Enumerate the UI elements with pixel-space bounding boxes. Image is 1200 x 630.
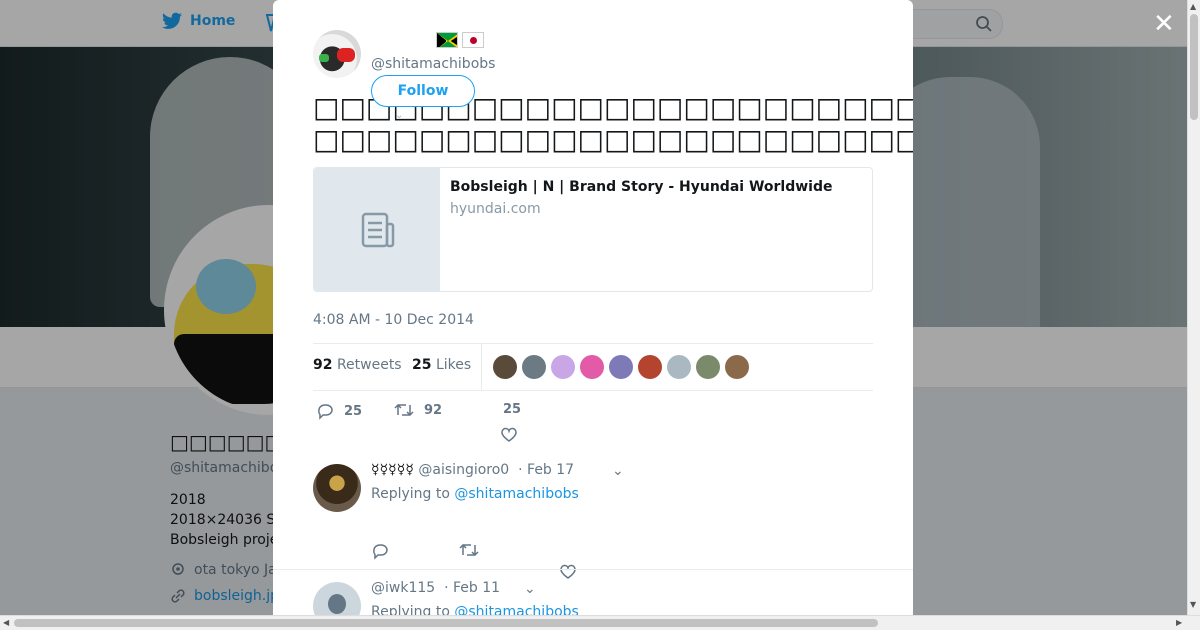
reply-header: ☿☿☿☿☿ @aisingioro0 · Feb 17 [371,462,574,478]
likes-label: Likes [435,357,472,373]
tweet-timestamp[interactable]: 4:08 AM - 10 Dec 2014 [313,312,474,328]
close-icon[interactable]: ✕ [1153,11,1175,37]
tweet-modal: @shitamachibobs □□□□□□□□□□□□□□□□□□□□□□□ □… [273,0,913,615]
follow-button[interactable]: Follow [371,75,475,107]
reply-date[interactable]: · Feb 17 [518,462,574,478]
liker-avatar[interactable] [696,355,720,379]
like-count: 25 [503,402,522,417]
liker-avatar[interactable] [638,355,662,379]
reply-avatar[interactable] [313,464,361,512]
reply-display-name[interactable]: ☿☿☿☿☿ [371,462,414,478]
japan-flag-icon [462,32,484,48]
scroll-up-icon[interactable]: ▲ [1190,2,1196,11]
replying-prefix: Replying to [371,604,450,615]
likes-stat[interactable]: 25 Likes [412,357,471,373]
replying-to-link[interactable]: @shitamachibobs [454,604,578,615]
scroll-left-icon[interactable]: ◀ [3,618,9,627]
tweet-author-avatar[interactable] [313,30,361,78]
heart-icon[interactable] [559,564,577,580]
reply-actions [371,542,479,560]
liker-avatar[interactable] [580,355,604,379]
reply-count: 25 [344,403,363,419]
reply-action[interactable]: 25 [316,402,362,420]
chevron-down-icon[interactable]: ⌄ [612,463,624,479]
retweet-action[interactable]: 92 [394,402,442,418]
replying-to-link[interactable]: @shitamachibobs [454,486,578,502]
chevron-down-icon[interactable]: ⌄ [524,581,536,597]
liker-avatar[interactable] [609,355,633,379]
reply-handle[interactable]: @iwk115 [371,580,435,596]
tweet-stats: 92 Retweets 25 Likes [313,343,873,391]
chevron-down-icon[interactable]: ⌄ [395,110,403,121]
jamaica-flag-icon [436,32,458,48]
reply-handle[interactable]: @aisingioro0 [418,462,509,478]
scrollbar-thumb[interactable] [14,619,878,627]
link-card[interactable]: Bobsleigh | N | Brand Story - Hyundai Wo… [313,167,873,292]
retweet-icon [394,403,414,417]
like-count-label[interactable]: 25 [503,402,521,417]
reply-icon [318,404,333,420]
reply-icon[interactable] [371,542,389,560]
scroll-right-icon[interactable]: ▶ [1176,618,1182,627]
likes-count: 25 [412,357,432,373]
reply-avatar[interactable] [313,582,361,615]
retweets-count: 92 [313,357,333,373]
card-title: Bobsleigh | N | Brand Story - Hyundai Wo… [450,179,833,195]
liker-avatar[interactable] [551,355,575,379]
retweets-stat[interactable]: 92 Retweets [313,357,402,373]
reply-header: @iwk115 · Feb 11 [371,580,500,596]
liker-avatars [493,355,749,379]
replying-to: Replying to @shitamachibobs [371,486,579,502]
reply-divider [273,569,913,570]
retweet-count: 92 [424,402,443,418]
like-action[interactable] [500,427,518,443]
tweet-author-handle[interactable]: @shitamachibobs [371,56,495,72]
card-domain: hyundai.com [450,201,541,217]
document-icon [361,212,394,247]
horizontal-scrollbar[interactable]: ◀ ▶ [0,615,1200,630]
liker-avatar[interactable] [725,355,749,379]
retweet-icon[interactable] [459,542,479,558]
author-display-name[interactable] [436,32,484,48]
tweet-actions: 25 92 25 [313,402,873,442]
vertical-scrollbar[interactable]: ▲ ▼ [1187,0,1200,615]
stats-divider [481,344,482,390]
liker-avatar[interactable] [667,355,691,379]
liker-avatar[interactable] [493,355,517,379]
scroll-down-icon[interactable]: ▼ [1190,600,1196,609]
liker-avatar[interactable] [522,355,546,379]
heart-icon [501,427,517,442]
replying-to: Replying to @shitamachibobs [371,604,579,615]
scrollbar-thumb[interactable] [1190,14,1198,120]
card-thumbnail [314,168,440,291]
reply-date[interactable]: · Feb 11 [444,580,500,596]
retweets-label: Retweets [336,357,402,373]
replying-prefix: Replying to [371,486,450,502]
